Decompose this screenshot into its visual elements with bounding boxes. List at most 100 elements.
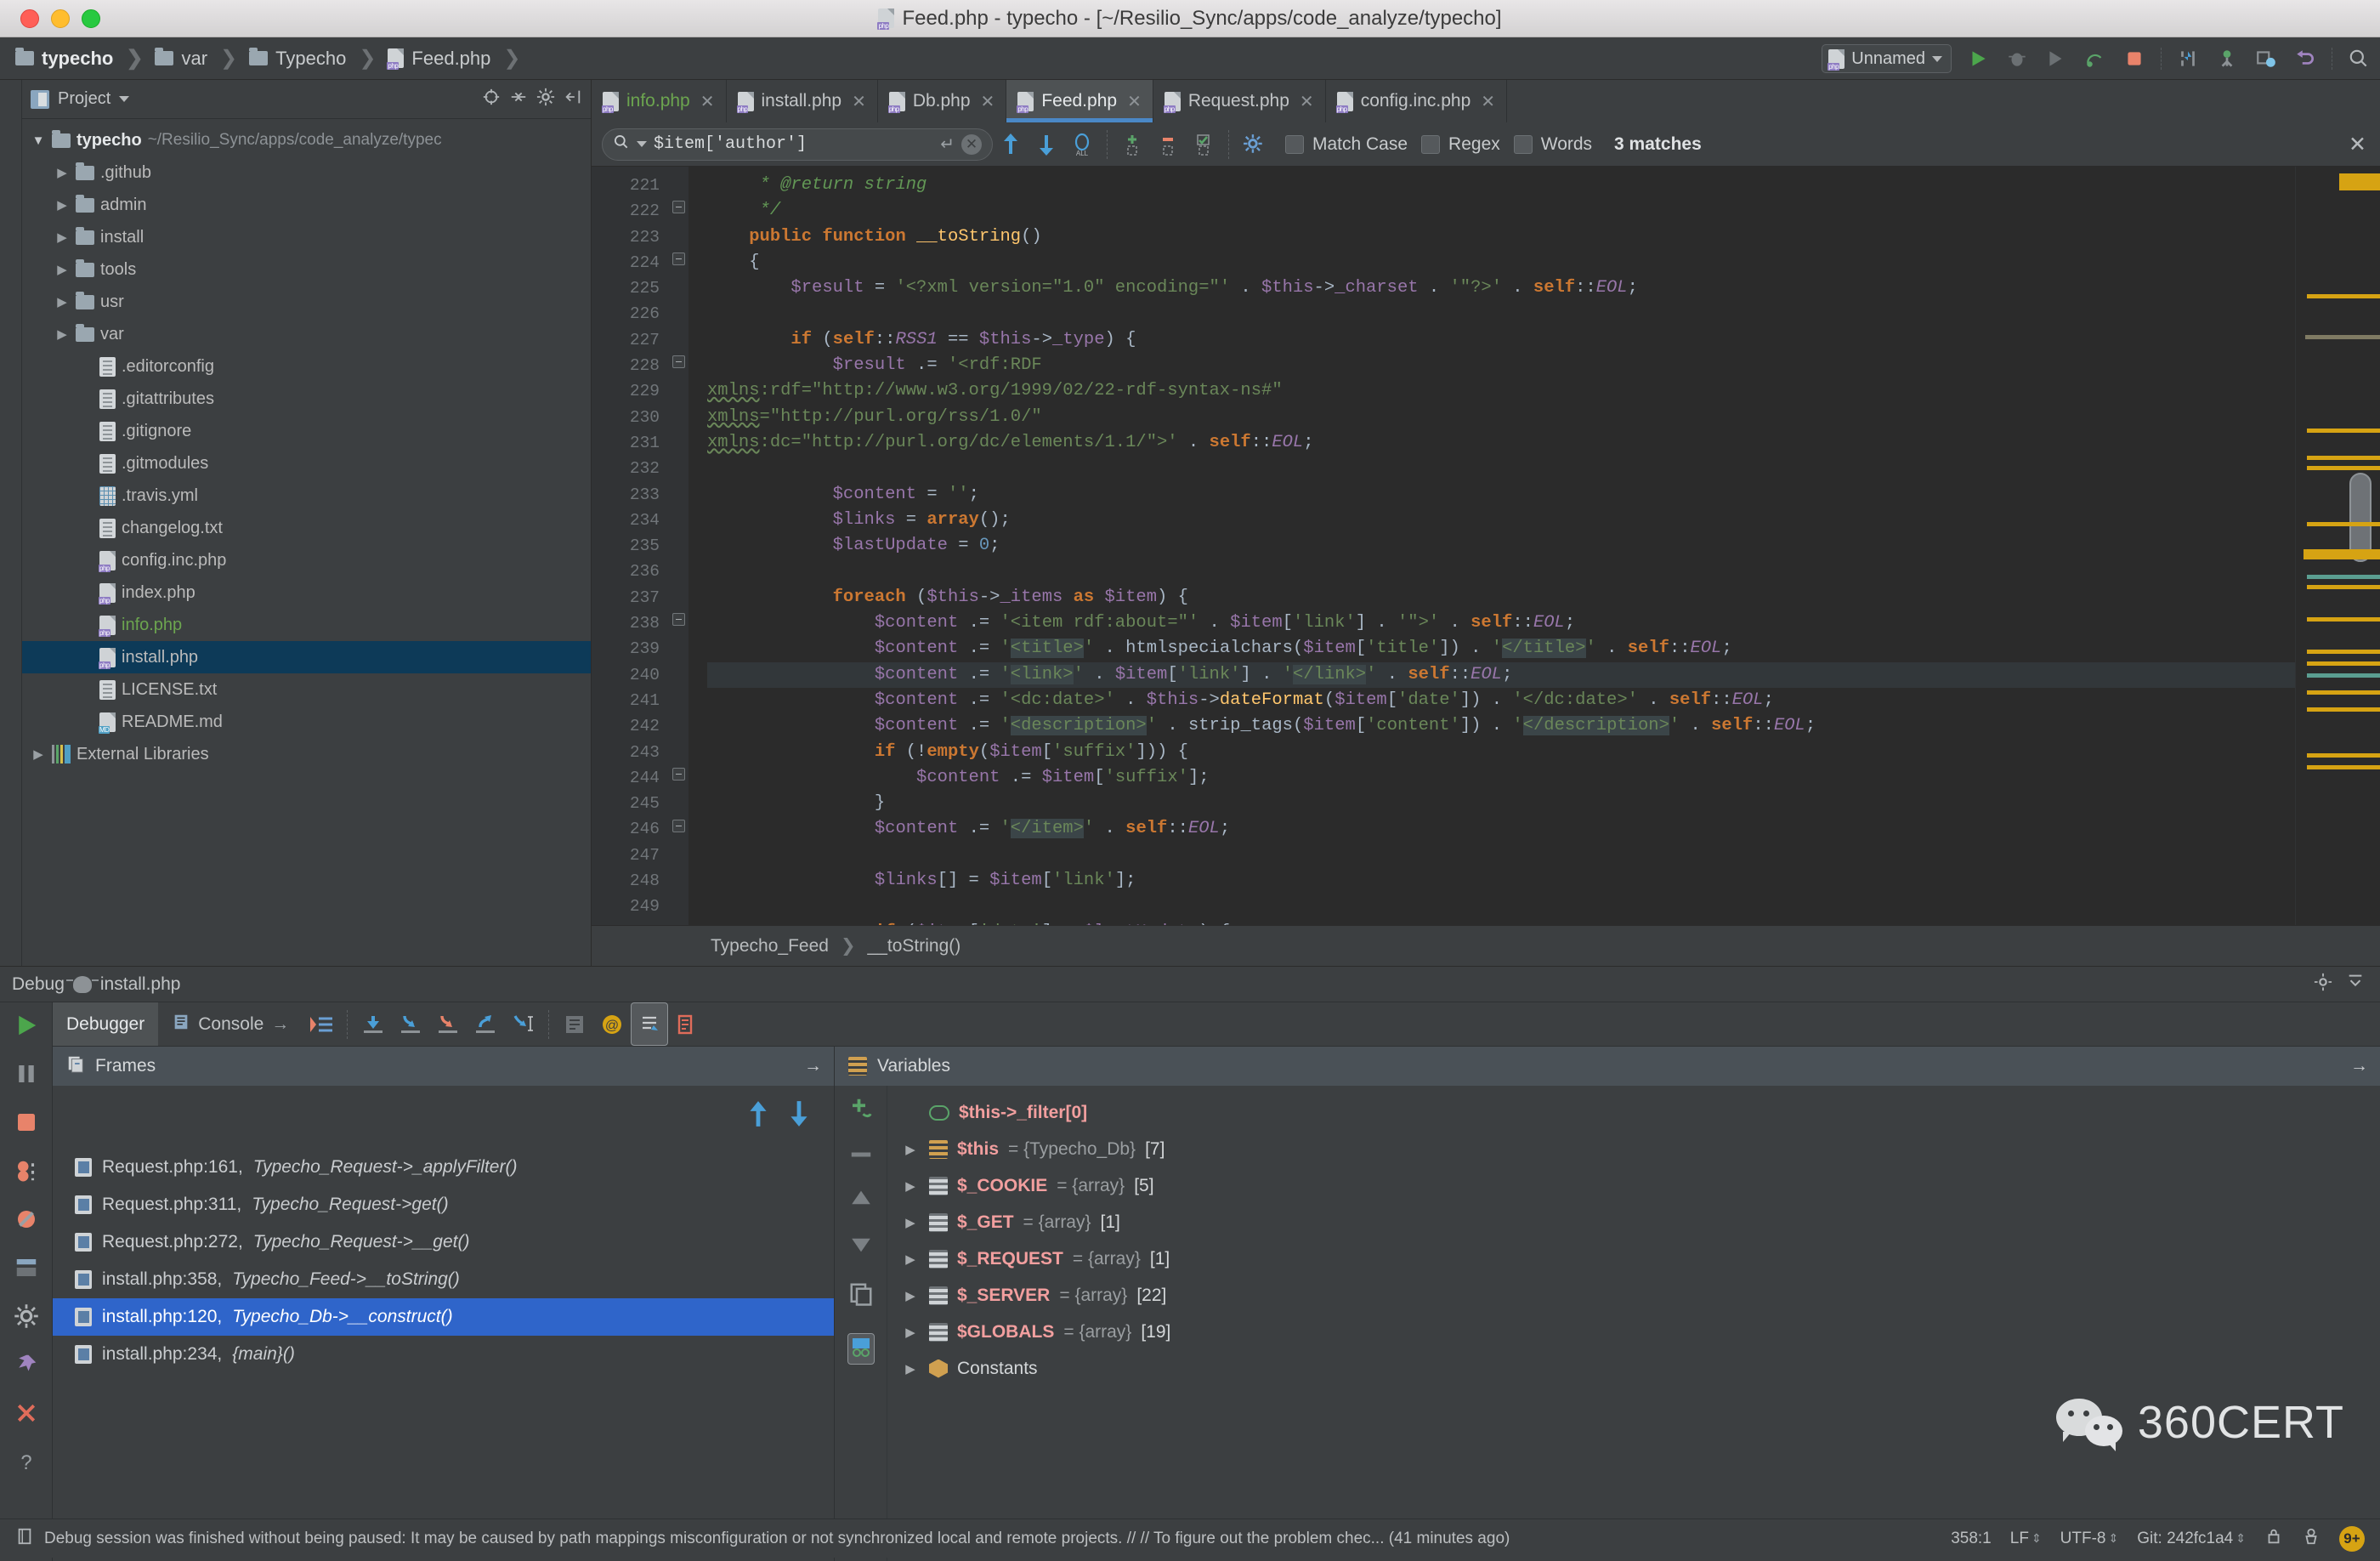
line-separator-selector[interactable]: LF ⇕ — [2010, 1530, 2042, 1548]
code-line[interactable]: if ($item['date'] > $lastUpdate) { — [707, 920, 2295, 925]
move-watch-down-icon[interactable] — [848, 1235, 874, 1259]
chevron-right-icon[interactable]: ▶ — [54, 294, 70, 309]
chevron-down-icon[interactable]: ▼ — [31, 133, 46, 148]
status-book-icon[interactable] — [15, 1526, 34, 1552]
search-field-wrapper[interactable]: ↵ ✕ — [602, 128, 993, 161]
variables-actions-strip[interactable] — [835, 1086, 887, 1561]
run-with-coverage-icon[interactable] — [2043, 46, 2069, 71]
variable-row[interactable]: $this->_filter[0] — [887, 1094, 2380, 1131]
tab-debugger[interactable]: Debugger — [53, 1002, 159, 1046]
editor-tab-info-php[interactable]: php info.php ✕ — [592, 80, 727, 122]
stripe-marker[interactable] — [2307, 707, 2380, 712]
vcs-update-icon[interactable] — [2175, 46, 2201, 71]
stripe-marker[interactable] — [2307, 522, 2380, 526]
frame-down-icon[interactable] — [788, 1099, 810, 1132]
debug-icon[interactable] — [2004, 46, 2030, 71]
caret-position[interactable]: 358:1 — [1951, 1530, 1992, 1548]
chevron-right-icon[interactable]: ▶ — [54, 326, 70, 342]
force-step-into-icon[interactable] — [429, 1002, 467, 1046]
breadcrumb-method[interactable]: __toString() — [868, 936, 961, 956]
pin-tab-icon[interactable] — [14, 1352, 39, 1382]
settings-layout-icon[interactable] — [14, 1255, 39, 1285]
profiler-icon[interactable] — [2082, 46, 2108, 71]
view-breakpoints-icon[interactable] — [14, 1158, 39, 1188]
regex-checkbox[interactable] — [1421, 134, 1441, 154]
remove-selection-icon[interactable] — [1150, 128, 1186, 162]
close-debug-icon[interactable] — [14, 1400, 39, 1430]
chevron-right-icon[interactable]: ▶ — [901, 1252, 920, 1267]
step-out-icon[interactable] — [467, 1002, 504, 1046]
tab-console[interactable]: Console → — [158, 1002, 303, 1046]
breadcrumb-item-typecho[interactable]: typecho ❯ — [15, 46, 155, 71]
show-execution-point-icon[interactable] — [303, 1002, 340, 1046]
help-icon[interactable]: ? — [14, 1449, 39, 1479]
tree-item--travis-yml[interactable]: .travis.yml — [22, 480, 591, 512]
match-case-checkbox[interactable] — [1285, 134, 1304, 154]
fold-marker[interactable] — [672, 201, 685, 213]
frame-up-icon[interactable] — [747, 1099, 769, 1132]
collapse-all-icon[interactable] — [509, 88, 528, 111]
variable-row[interactable]: ▶ $_SERVER = {array} [22] — [887, 1277, 2380, 1314]
words-checkbox[interactable] — [1513, 134, 1533, 154]
chevron-down-icon[interactable] — [119, 96, 130, 102]
stripe-marker[interactable] — [2307, 753, 2380, 758]
stripe-marker[interactable] — [2307, 673, 2380, 678]
tree-item-external-libraries[interactable]: ▶ External Libraries — [22, 738, 591, 770]
frame-row[interactable]: Request.php:272, Typecho_Request->__get() — [53, 1223, 834, 1261]
frames-move-icon[interactable]: → — [804, 1056, 822, 1076]
variables-list[interactable]: $this->_filter[0] ▶ $this = {Typecho_Db} [7]… — [887, 1086, 2380, 1561]
code-line[interactable] — [707, 301, 2295, 326]
search-input[interactable] — [654, 134, 934, 154]
encoding-selector[interactable]: UTF-8 ⇕ — [2060, 1530, 2119, 1548]
code-line[interactable] — [707, 456, 2295, 481]
breadcrumb-item-typecho-dir[interactable]: Typecho ❯ — [249, 46, 388, 71]
tree-item-typecho[interactable]: ▼ typecho ~/Resilio_Sync/apps/code_analyze… — [22, 124, 591, 156]
chevron-right-icon[interactable]: ▶ — [901, 1215, 920, 1230]
variable-row[interactable]: ▶ $_REQUEST = {array} [1] — [887, 1240, 2380, 1277]
tree-item-info-php[interactable]: php info.php — [22, 609, 591, 641]
stripe-marker[interactable] — [2307, 690, 2380, 695]
tree-item--gitmodules[interactable]: .gitmodules — [22, 447, 591, 480]
code-line[interactable] — [707, 894, 2295, 919]
code-line[interactable]: $content .= $item['suffix']; — [707, 765, 2295, 791]
chevron-right-icon[interactable]: ▶ — [54, 197, 70, 213]
code-line[interactable]: { — [707, 250, 2295, 275]
breadcrumb-item-var[interactable]: var ❯ — [155, 46, 249, 71]
code-line[interactable]: $result = '<?xml version="1.0" encoding=… — [707, 275, 2295, 301]
select-all-occurrences-icon[interactable] — [1186, 128, 1221, 162]
next-match-icon[interactable] — [1028, 128, 1064, 162]
search-icon[interactable] — [613, 133, 630, 156]
evaluate-expression-icon[interactable] — [556, 1002, 593, 1046]
copy-value-icon[interactable] — [848, 1281, 874, 1311]
code-line[interactable]: $content = ''; — [707, 482, 2295, 508]
tree-item--gitignore[interactable]: .gitignore — [22, 415, 591, 447]
watches-toggle-icon[interactable] — [847, 1333, 875, 1365]
pause-program-icon[interactable] — [14, 1061, 39, 1091]
add-watch-icon[interactable] — [848, 1096, 874, 1126]
fold-marker[interactable] — [672, 253, 685, 265]
tree-item-license-txt[interactable]: LICENSE.txt — [22, 673, 591, 706]
code-line[interactable] — [707, 843, 2295, 868]
editor-tab-config-inc-php[interactable]: php config.inc.php ✕ — [1326, 80, 1508, 122]
restore-layout-icon[interactable] — [668, 1002, 706, 1046]
lock-icon[interactable] — [2264, 1526, 2283, 1552]
editor-tab-install-php[interactable]: php install.php ✕ — [727, 80, 878, 122]
fold-marker[interactable] — [672, 355, 685, 368]
code-line[interactable]: */ — [707, 198, 2295, 224]
stripe-marker[interactable] — [2307, 661, 2380, 666]
code-line[interactable]: $result .= '<rdf:RDF — [707, 353, 2295, 378]
fold-marker[interactable] — [672, 768, 685, 780]
chevron-right-icon[interactable]: ▶ — [54, 165, 70, 180]
close-tab-icon[interactable]: ✕ — [981, 91, 995, 112]
tree-item-install[interactable]: ▶ install — [22, 221, 591, 253]
stripe-marker[interactable] — [2307, 456, 2380, 460]
chevron-right-icon[interactable]: ▶ — [31, 746, 46, 762]
code-line[interactable]: if (self::RSS1 == $this->_type) { — [707, 327, 2295, 353]
fold-marker[interactable] — [672, 820, 685, 832]
run-configuration-selector[interactable]: php Unnamed — [1822, 44, 1952, 73]
match-case-option[interactable]: Match Case — [1285, 134, 1408, 155]
code-line[interactable]: if (!empty($item['suffix'])) { — [707, 740, 2295, 765]
chevron-right-icon[interactable]: ▶ — [901, 1325, 920, 1340]
hide-debug-panel-icon[interactable] — [2346, 973, 2365, 996]
search-history-chevron-down-icon[interactable] — [637, 141, 647, 147]
